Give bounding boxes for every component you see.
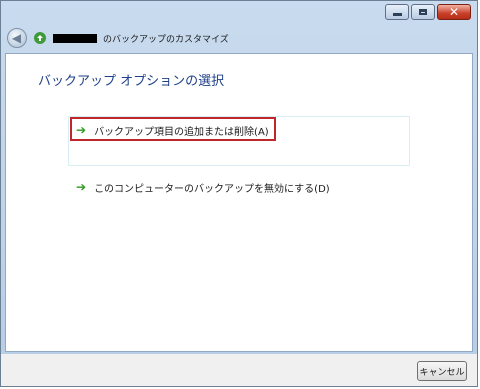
green-arrow-icon: ➔ [76, 123, 87, 137]
content-area: バックアップ オプションの選択 ➔ バックアップ項目の追加または削除(A) ➔ … [5, 53, 473, 352]
option-label: このコンピューターのバックアップを無効にする(D) [94, 183, 330, 195]
dialog-window: ✕ ◀ のバックアップのカスタマイズ バックアップ オプションの選択 ➔ バック… [0, 0, 478, 387]
page-title: バックアップ オプションの選択 [38, 74, 225, 89]
back-button[interactable]: ◀ [7, 28, 27, 48]
footer-bar: キャンセル [1, 354, 477, 386]
maximize-icon [419, 9, 427, 15]
minimize-button[interactable] [385, 4, 409, 20]
navigation-bar: ◀ のバックアップのカスタマイズ [7, 27, 467, 49]
close-button[interactable]: ✕ [437, 4, 471, 20]
minimize-icon [392, 13, 402, 16]
backup-app-icon [33, 31, 47, 45]
cancel-button[interactable]: キャンセル [417, 361, 467, 381]
option-label: バックアップ項目の追加または削除(A) [94, 126, 269, 138]
maximize-button[interactable] [411, 4, 435, 20]
disable-backup-link[interactable]: ➔ このコンピューターのバックアップを無効にする(D) [76, 178, 330, 196]
close-icon: ✕ [448, 5, 460, 19]
add-remove-backup-items-link[interactable]: ➔ バックアップ項目の追加または削除(A) [70, 117, 276, 141]
nav-title: のバックアップのカスタマイズ [103, 34, 229, 45]
back-arrow-icon: ◀ [11, 31, 22, 45]
window-controls: ✕ [385, 4, 471, 20]
green-arrow-icon: ➔ [76, 180, 87, 194]
redacted-computer-name [53, 33, 97, 43]
